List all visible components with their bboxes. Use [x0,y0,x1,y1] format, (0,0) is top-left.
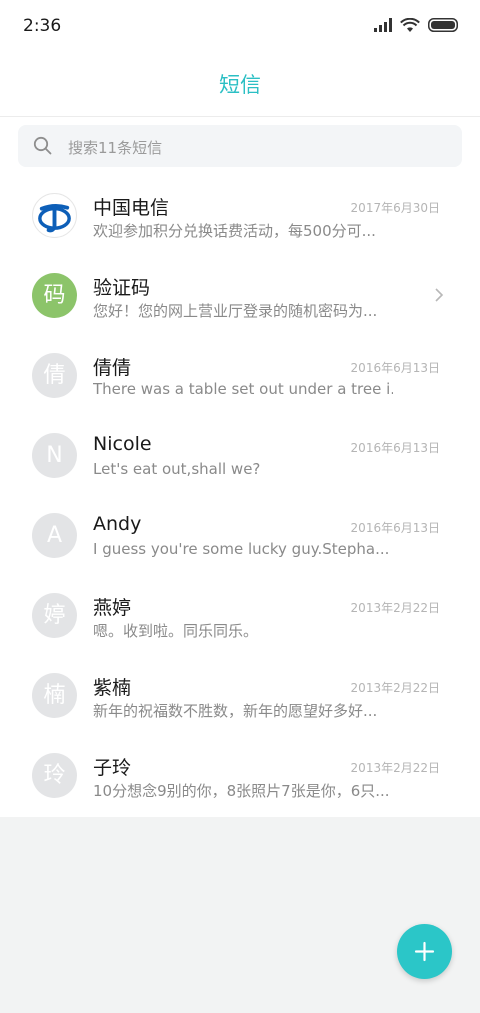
conversation-item[interactable]: 中国电信 欢迎参加积分兑换话费活动，每500分可... 2017年6月30日 [0,177,480,257]
plus-icon [414,941,435,962]
message-preview: 10分想念9别的你，8张照片7张是你，6只... [93,782,390,800]
search-icon [33,136,52,155]
conversation-item[interactable]: 玲 子玲 10分想念9别的你，8张照片7张是你，6只... 2013年2月22日 [0,737,480,817]
message-preview: 嗯。收到啦。同乐同乐。 [93,622,259,640]
new-message-button[interactable] [397,924,452,979]
conversation-item[interactable]: 婷 燕婷 嗯。收到啦。同乐同乐。 2013年2月22日 [0,577,480,657]
china-telecom-logo-icon [32,193,77,238]
message-preview: 欢迎参加积分兑换话费活动，每500分可... [93,222,376,240]
conversation-item[interactable]: 倩 倩倩 There was a table set out under a t… [0,337,480,417]
avatar: A [32,513,77,558]
message-date: 2013年2月22日 [350,761,440,775]
contact-name: Andy [93,513,142,535]
message-preview: 新年的祝福数不胜数，新年的愿望好多好... [93,702,378,720]
search-placeholder: 搜索11条短信 [68,139,163,157]
contact-name: 紫楠 [93,677,132,699]
search-input[interactable]: 搜索11条短信 [18,125,462,167]
page-title: 短信 [219,73,261,97]
wifi-icon [400,17,420,32]
conversation-item[interactable]: A Andy I guess you're some lucky guy.Ste… [0,497,480,577]
message-preview: 您好！您的网上营业厅登录的随机密码为... [93,302,378,320]
status-bar: 2:36 [0,0,480,52]
contact-name: 中国电信 [93,197,170,219]
avatar: 码 [32,273,77,318]
status-time: 2:36 [23,16,62,36]
battery-icon [428,18,458,32]
message-preview: Let's eat out,shall we? [93,460,261,478]
conversation-item[interactable]: 楠 紫楠 新年的祝福数不胜数，新年的愿望好多好... 2013年2月22日 [0,657,480,737]
search-section: 搜索11条短信 [0,117,480,177]
avatar: 玲 [32,753,77,798]
signal-icon [374,18,392,32]
status-icons [374,16,458,34]
avatar: N [32,433,77,478]
contact-name: 燕婷 [93,597,132,619]
message-preview: I guess you're some lucky guy.Stepha... [93,540,390,558]
avatar: 倩 [32,353,77,398]
contact-name: 子玲 [93,757,132,779]
avatar: 婷 [32,593,77,638]
message-preview: There was a table set out under a tree i… [93,380,393,398]
title-bar: 短信 [0,52,480,117]
message-date: 2016年6月13日 [350,361,440,375]
message-date: 2013年2月22日 [350,681,440,695]
chevron-right-icon [435,288,444,302]
message-date: 2016年6月13日 [350,441,440,455]
contact-name: Nicole [93,433,152,455]
conversation-list: 中国电信 欢迎参加积分兑换话费活动，每500分可... 2017年6月30日 码… [0,177,480,817]
message-date: 2017年6月30日 [350,201,440,215]
message-date: 2016年6月13日 [350,521,440,535]
avatar: 楠 [32,673,77,718]
contact-name: 验证码 [93,277,151,299]
conversation-item[interactable]: 码 验证码 您好！您的网上营业厅登录的随机密码为... [0,257,480,337]
message-date: 2013年2月22日 [350,601,440,615]
contact-name: 倩倩 [93,357,132,379]
conversation-item[interactable]: N Nicole Let's eat out,shall we? 2016年6月… [0,417,480,497]
